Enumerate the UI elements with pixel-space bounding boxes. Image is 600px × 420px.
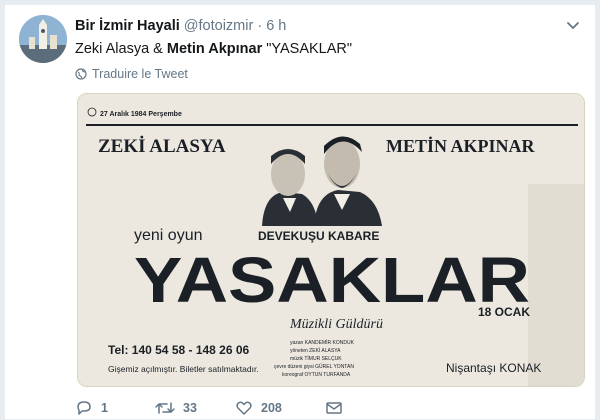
tweet-photo[interactable]: 27 Aralık 1984 Perşembe ZEKİ ALASYA METİ… (77, 93, 585, 387)
avatar[interactable] (19, 15, 67, 63)
reply-icon (77, 401, 91, 415)
like-count: 208 (261, 401, 282, 415)
direct-message-button[interactable] (325, 399, 343, 417)
credit-line: koreograf OYTUN TURFANDA (282, 372, 351, 378)
heart-icon (236, 401, 252, 415)
retweet-button[interactable]: 33 (155, 399, 235, 417)
venue-location: Nişantaşı KONAK (446, 361, 541, 375)
venue-name: DEVEKUŞU KABARE (258, 229, 379, 243)
author-name[interactable]: Bir İzmir Hayali (75, 18, 180, 34)
translate-label: Traduire le Tweet (92, 67, 188, 81)
poster-date: 27 Aralık 1984 Perşembe (100, 111, 182, 118)
genre: Müzikli Güldürü (289, 317, 383, 332)
timestamp[interactable]: 6 h (266, 18, 286, 34)
credit-line: yazan KANDEMİR KONDUK (290, 339, 355, 346)
reply-button[interactable]: 1 (75, 399, 155, 417)
tweet-text-part: Zeki Alasya & (75, 41, 167, 57)
retweet-icon (155, 402, 175, 414)
top-rule (86, 124, 578, 126)
tweet-text-bold: Metin Akpınar (166, 41, 263, 57)
credit-line: yöneten ZEKİ ALASYA (290, 347, 341, 354)
tweet-text-part: "YASAKLAR" (262, 41, 353, 57)
envelope-icon (326, 402, 342, 414)
tweet-actions: 1 33 208 (75, 399, 343, 417)
play-title: YASAKLAR (134, 244, 530, 316)
tweet-card[interactable]: Bir İzmir Hayali @fotoizmir · 6 h Zeki A… (4, 4, 596, 420)
subtitle: yeni oyun (134, 227, 203, 244)
credit-line: çevre düzeni giysi GÜREL YONTAN (274, 363, 354, 370)
chevron-down-icon[interactable] (563, 15, 583, 35)
globe-icon (75, 68, 87, 80)
credit-line: müzik TİMUR SELÇUK (290, 355, 342, 362)
actor-left: ZEKİ ALASYA (98, 136, 226, 157)
translate-tweet-link[interactable]: Traduire le Tweet (75, 67, 188, 81)
actor-right: METİN AKPINAR (386, 136, 536, 156)
opening-date: 18 OCAK (478, 305, 530, 319)
reply-count: 1 (101, 401, 108, 415)
box-office-notice: Gişemiz açılmıştır. Biletler satılmaktad… (108, 364, 259, 374)
tweet-header: Bir İzmir Hayali @fotoizmir · 6 h (75, 17, 286, 35)
like-button[interactable]: 208 (235, 399, 325, 417)
author-handle[interactable]: @fotoizmir (184, 18, 254, 34)
phone-number: Tel: 140 54 58 - 148 26 06 (108, 343, 250, 357)
tweet-text: Zeki Alasya & Metin Akpınar "YASAKLAR" (75, 39, 352, 59)
retweet-count: 33 (183, 401, 197, 415)
separator: · (257, 18, 263, 34)
